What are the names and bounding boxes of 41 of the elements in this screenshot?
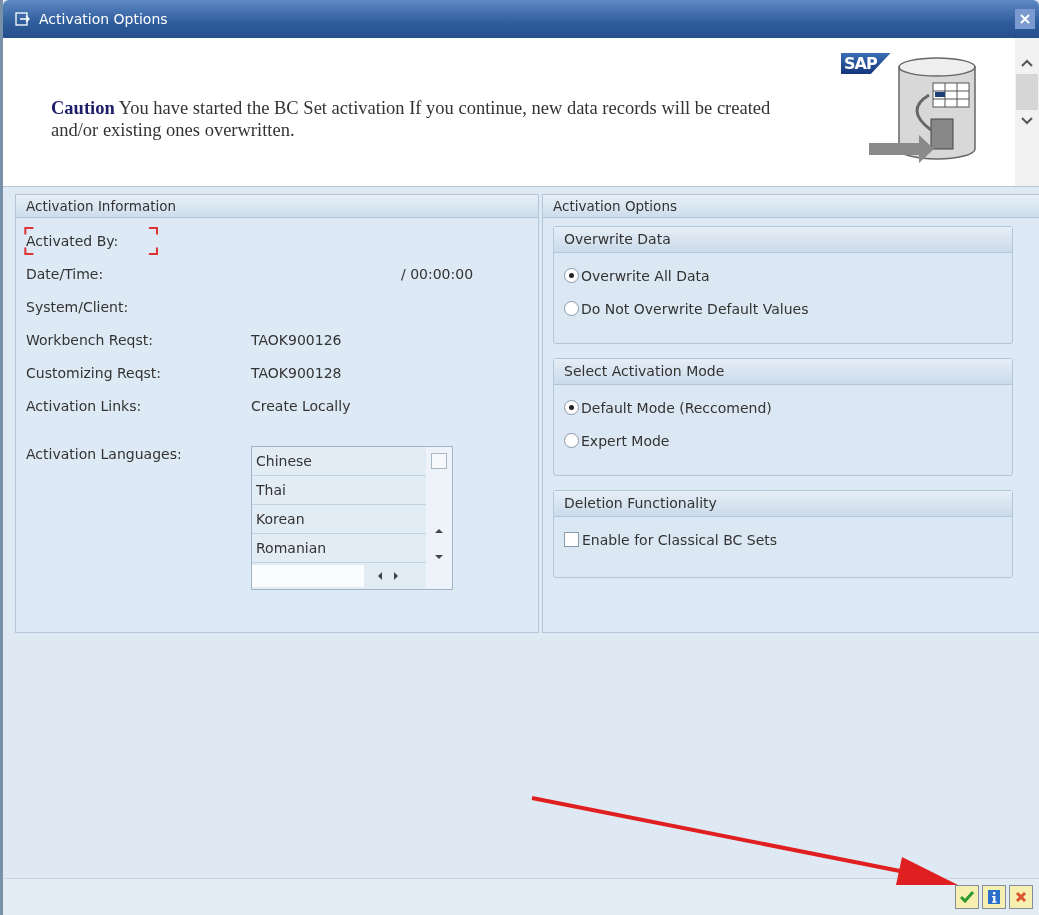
radio-option[interactable]: Default Mode (Reccomend)	[564, 391, 1012, 424]
group-title: Overwrite Data	[554, 227, 1012, 253]
caution-message: Caution You have started the BC Set activation If you continue, new data records will be created and/or existing ones overwritten.	[51, 97, 772, 141]
scroll-left-icon[interactable]	[376, 571, 384, 581]
close-button[interactable]	[1015, 9, 1035, 29]
close-icon	[1015, 891, 1027, 903]
group-title: Deletion Functionality	[554, 491, 1012, 517]
radio-option[interactable]: Overwrite All Data	[564, 259, 1012, 292]
field-label: Activated By:	[24, 226, 159, 255]
info-icon	[988, 890, 1000, 904]
scroll-down-icon[interactable]	[434, 553, 444, 561]
radio-option[interactable]: Do Not Overwrite Default Values	[564, 292, 1012, 325]
confirm-button[interactable]	[955, 885, 979, 909]
cancel-button[interactable]	[1009, 885, 1033, 909]
field-label: Workbench Reqst:	[26, 331, 154, 348]
scroll-right-icon[interactable]	[392, 571, 400, 581]
sap-logo: SAP	[841, 53, 891, 74]
window-title: Activation Options	[39, 11, 168, 27]
field-value: Create Locally	[251, 397, 351, 414]
field-label: Activation Links:	[26, 397, 143, 414]
panel-title: Activation Information	[16, 195, 538, 218]
field-value: TAOK900126	[251, 331, 342, 348]
checkbox-option[interactable]: Enable for Classical BC Sets	[564, 523, 1012, 556]
scroll-bar[interactable]	[1015, 38, 1039, 186]
window-icon	[15, 12, 31, 26]
field-label: System/Client:	[26, 298, 130, 315]
scroll-track[interactable]	[252, 565, 364, 587]
scroll-up-icon[interactable]	[434, 527, 444, 535]
language-list[interactable]: Chinese Thai Korean Romanian	[251, 446, 453, 590]
close-icon	[1020, 14, 1030, 24]
field-value: / 00:00:00	[401, 265, 475, 282]
check-icon	[960, 891, 974, 903]
info-button[interactable]	[982, 885, 1006, 909]
group-title: Select Activation Mode	[554, 359, 1012, 385]
field-label: Date/Time:	[26, 265, 105, 282]
field-value: TAOK900128	[251, 364, 342, 381]
radio-option[interactable]: Expert Mode	[564, 424, 1012, 457]
select-all-icon[interactable]	[431, 453, 447, 469]
field-label: Customizing Reqst:	[26, 364, 163, 381]
field-label: Activation Languages:	[26, 446, 183, 462]
panel-title: Activation Options	[543, 195, 1039, 218]
